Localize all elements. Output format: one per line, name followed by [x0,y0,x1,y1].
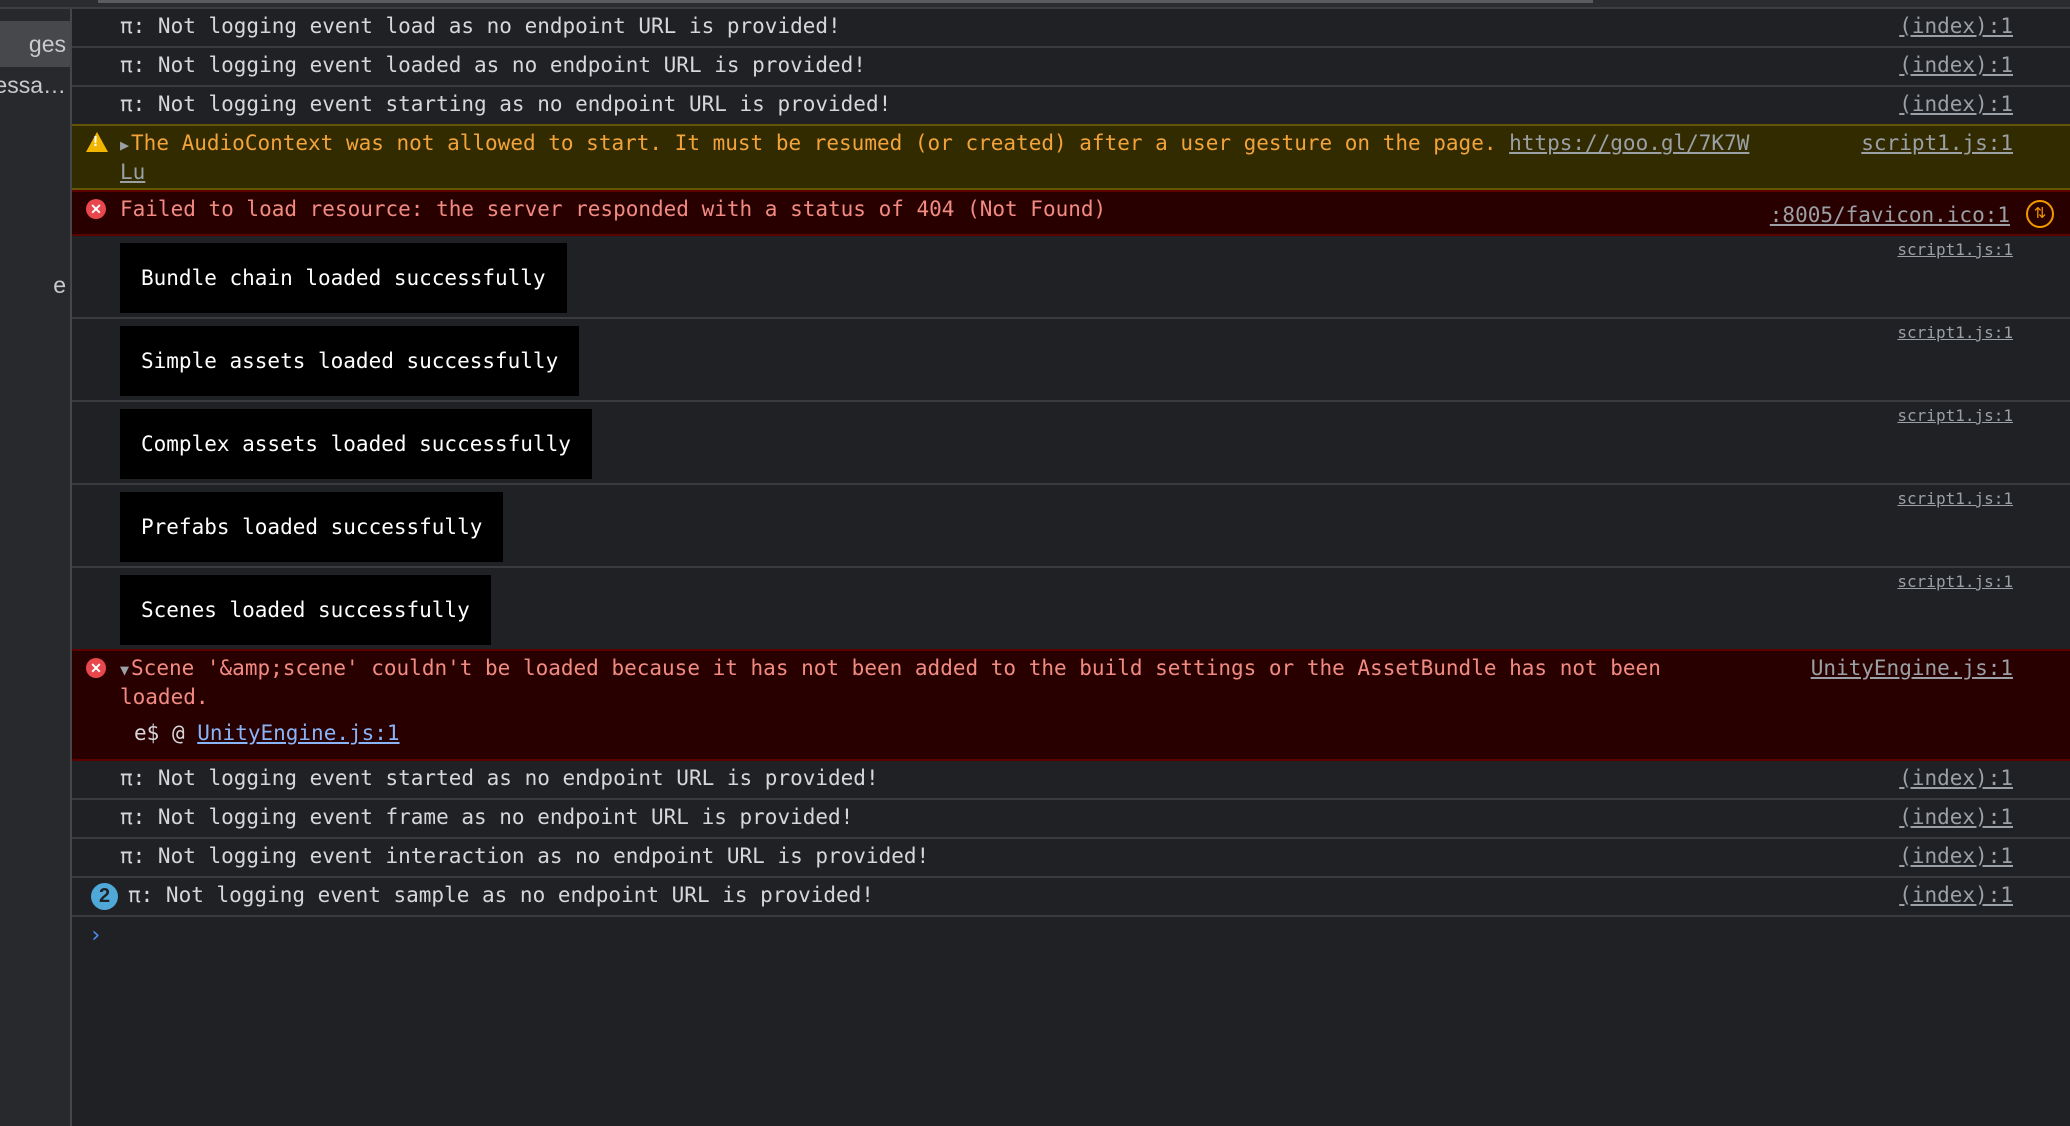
styled-log-message: Bundle chain loaded successfully [120,243,567,313]
stack-function: e$ [134,721,160,745]
source-link[interactable]: script1.js:1 [1897,572,2013,591]
source-link[interactable]: (index):1 [1899,843,2013,870]
console-prompt[interactable]: › [72,917,2070,957]
error-message-wrap: loaded. [120,685,209,709]
log-row: Simple assets loaded successfully script… [72,319,2070,402]
source-link[interactable]: (index):1 [1899,91,2013,118]
source-link[interactable]: script1.js:1 [1897,240,2013,259]
warning-message: The AudioContext was not allowed to star… [131,131,1497,155]
source-link[interactable]: (index):1 [1899,882,2013,909]
styled-log-message: Simple assets loaded successfully [120,326,580,396]
warning-help-link-wrap[interactable]: Lu [120,160,145,184]
stack-at: @ [171,721,185,745]
error-row-expanded: ✕ ▼Scene '&amp;scene' couldn't be loaded… [72,649,2070,761]
collapse-triangle-icon[interactable]: ▼ [120,657,129,684]
scrollbar-thumb[interactable] [98,0,1593,3]
log-message: π: Not logging event interaction as no e… [120,844,930,868]
log-row-repeated: 2 π: Not logging event sample as no endp… [72,878,2070,917]
error-circle-icon: ✕ [86,658,106,678]
error-message: Scene '&amp;scene' couldn't be loaded be… [131,656,1661,680]
source-link[interactable]: (index):1 [1899,52,2013,79]
log-row: π: Not logging event starting as no endp… [72,87,2070,124]
repeat-count-badge: 2 [91,883,118,910]
log-message: π: Not logging event sample as no endpoi… [128,883,874,907]
log-row: Prefabs loaded successfully script1.js:1 [72,485,2070,568]
log-row: Complex assets loaded successfully scrip… [72,402,2070,485]
source-link[interactable]: (index):1 [1899,13,2013,40]
log-row: π: Not logging event loaded as no endpoi… [72,48,2070,87]
log-message: π: Not logging event starting as no endp… [120,92,892,116]
log-message: π: Not logging event frame as no endpoin… [120,805,854,829]
source-link[interactable]: (index):1 [1899,804,2013,831]
source-link[interactable]: script1.js:1 [1897,323,2013,342]
sidebar-item-messages[interactable]: ges [0,21,70,67]
prompt-chevron-icon: › [89,923,103,948]
error-message: Failed to load resource: the server resp… [120,197,1107,221]
source-link[interactable]: script1.js:1 [1897,406,2013,425]
styled-log-message: Complex assets loaded successfully [120,409,592,479]
log-row: π: Not logging event interaction as no e… [72,839,2070,878]
log-message: π: Not logging event loaded as no endpoi… [120,53,866,77]
source-link[interactable]: script1.js:1 [1861,130,2013,157]
log-row: π: Not logging event load as no endpoint… [72,9,2070,48]
warning-help-link[interactable]: https://goo.gl/7K7W [1509,131,1749,155]
network-request-icon[interactable]: ⇅ [2026,200,2054,228]
sidebar-item-more[interactable]: e [0,262,70,308]
log-message: π: Not logging event started as no endpo… [120,766,879,790]
log-message: π: Not logging event load as no endpoint… [120,14,841,38]
console-log: π: Not logging event load as no endpoint… [72,9,2070,957]
error-row: ✕ Failed to load resource: the server re… [72,190,2070,236]
error-circle-icon: ✕ [86,199,106,219]
console-sidebar: ges essa… e [0,9,72,1126]
source-link[interactable]: :8005/favicon.ico:1 [1770,202,2010,229]
source-link[interactable]: UnityEngine.js:1 [1811,655,2013,682]
styled-log-message: Prefabs loaded successfully [120,492,504,562]
source-link[interactable]: script1.js:1 [1897,489,2013,508]
expand-triangle-icon[interactable]: ▶ [120,132,129,159]
source-link[interactable]: (index):1 [1899,765,2013,792]
warning-row: ▶The AudioContext was not allowed to sta… [72,124,2070,190]
log-row: Bundle chain loaded successfully script1… [72,236,2070,319]
stack-trace: e$ @ UnityEngine.js:1 [120,720,1820,747]
log-row: π: Not logging event started as no endpo… [72,761,2070,800]
warning-triangle-icon [86,132,108,152]
horizontal-scrollbar[interactable] [0,0,2070,9]
stack-source-link[interactable]: UnityEngine.js:1 [197,721,399,745]
styled-log-message: Scenes loaded successfully [120,575,491,645]
sidebar-item-user-messages[interactable]: essa… [0,62,70,108]
log-row: Scenes loaded successfully script1.js:1 [72,568,2070,649]
log-row: π: Not logging event frame as no endpoin… [72,800,2070,839]
